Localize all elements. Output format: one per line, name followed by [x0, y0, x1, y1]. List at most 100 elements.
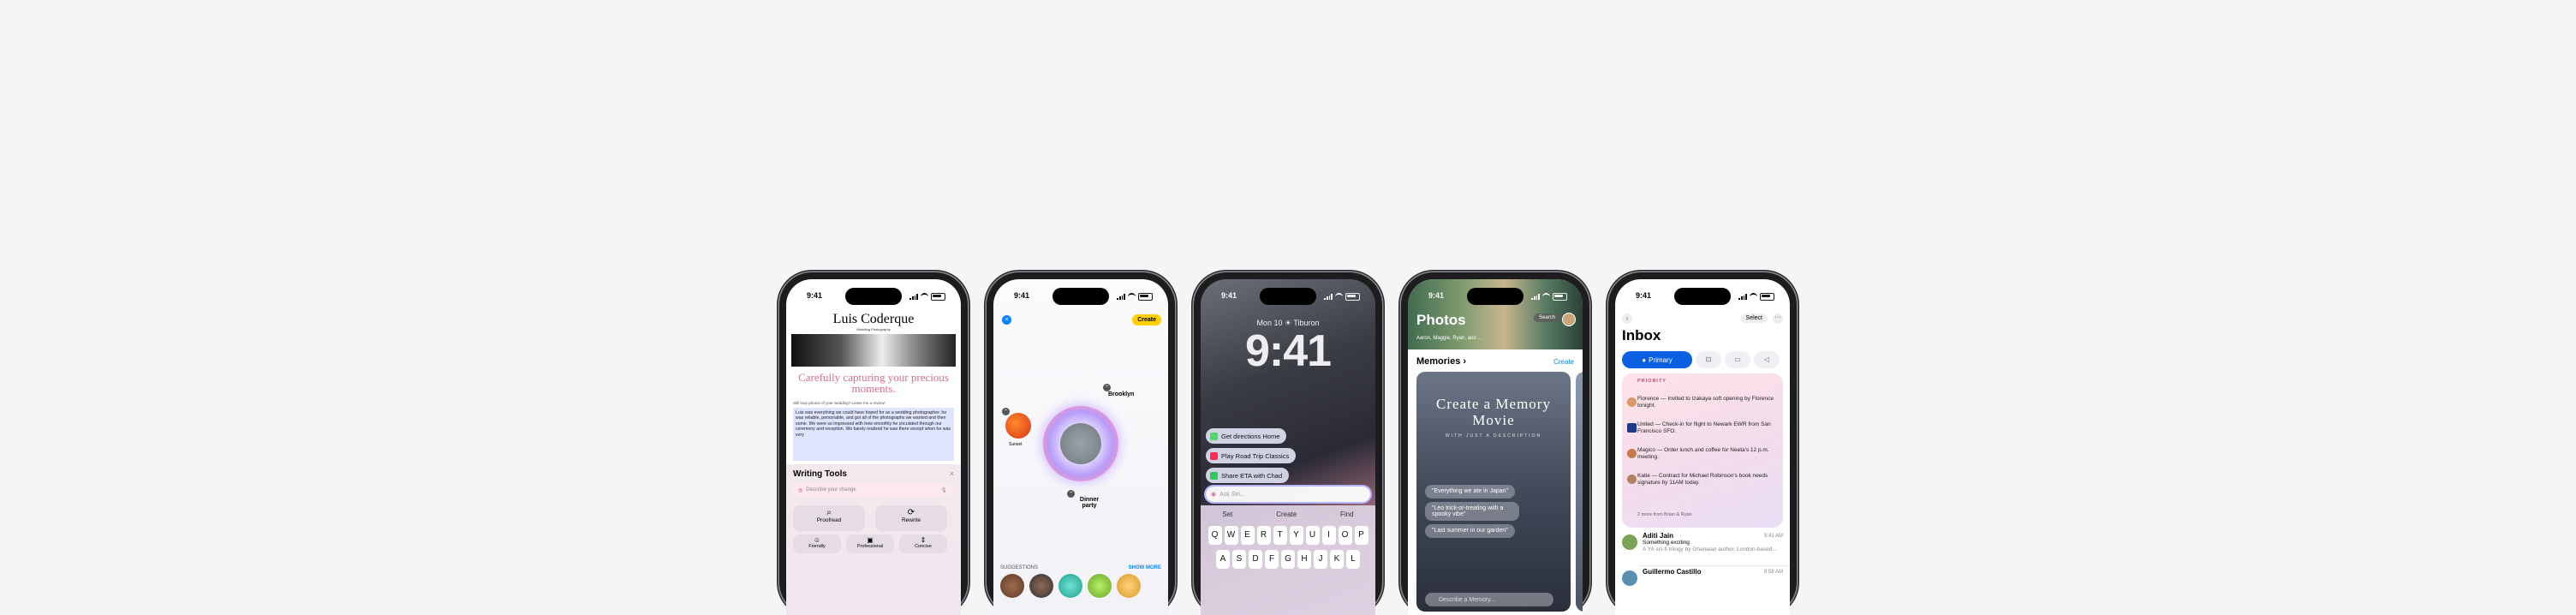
key-d[interactable]: D — [1249, 550, 1262, 569]
dynamic-island — [1674, 288, 1731, 305]
briefcase-icon: ▣ — [867, 536, 874, 544]
key-h[interactable]: H — [1297, 550, 1311, 569]
close-icon[interactable]: × — [950, 469, 954, 478]
key-u[interactable]: U — [1305, 526, 1320, 545]
remove-brooklyn-icon[interactable]: − — [1103, 384, 1111, 391]
concise-icon: ⇕ — [920, 536, 927, 544]
ask-siri-input[interactable]: ◉ Ask Siri... — [1206, 487, 1370, 502]
prediction-1[interactable]: Set — [1222, 511, 1232, 518]
show-more-link[interactable]: SHOW MORE — [1129, 565, 1161, 570]
phone-screen: 9:41 ‹ Select ··· Inbox ● Primary ⊡ ▭ ◁ … — [1615, 279, 1790, 615]
professional-button[interactable]: ▣ Professional — [846, 534, 894, 553]
concept-brooklyn[interactable]: Brooklyn — [1108, 391, 1134, 397]
next-memory-card[interactable] — [1576, 372, 1583, 612]
suggestion-theme-3[interactable] — [1117, 574, 1141, 598]
rewrite-button[interactable]: ⟳ Rewrite — [875, 505, 947, 531]
person-icon: ● — [1642, 355, 1647, 364]
tab-primary-label: Primary — [1649, 355, 1673, 364]
key-j[interactable]: J — [1314, 550, 1327, 569]
more-icon[interactable]: ··· — [1773, 313, 1783, 324]
remove-sunset-icon[interactable]: − — [1002, 408, 1010, 415]
select-button[interactable]: Select — [1740, 313, 1768, 323]
key-s[interactable]: S — [1232, 550, 1246, 569]
tab-promotions[interactable]: ◁ — [1754, 351, 1780, 368]
key-p[interactable]: P — [1354, 526, 1368, 545]
suggestion-directions-label: Get directions Home — [1221, 432, 1280, 440]
describe-memory-input[interactable]: Describe a Memory... — [1425, 593, 1553, 606]
messages-icon — [1210, 471, 1218, 480]
priority-item[interactable]: Katie — Contract for Michael Robinson's … — [1637, 473, 1776, 486]
key-l[interactable]: L — [1346, 550, 1360, 569]
tab-transactions[interactable]: ⊡ — [1696, 351, 1721, 368]
key-t[interactable]: T — [1273, 526, 1287, 545]
memory-movie-card[interactable]: Create a Memory Movie WITH JUST A DESCRI… — [1416, 372, 1571, 612]
microphone-icon[interactable]: 🎙︎ — [940, 487, 947, 493]
tab-updates[interactable]: ▭ — [1725, 351, 1750, 368]
prediction-2[interactable]: Create — [1276, 511, 1297, 518]
suggestion-share-eta[interactable]: Share ETA with Chad — [1206, 468, 1290, 483]
create-button[interactable]: Create — [1132, 314, 1161, 325]
prompt-suggestion-3[interactable]: "Last summer in our garden" — [1425, 524, 1515, 538]
suggestion-person-1[interactable] — [1000, 574, 1024, 598]
memories-create-button[interactable]: Create — [1553, 358, 1574, 366]
proofread-button[interactable]: ⌕ Proofread — [793, 505, 865, 531]
status-time: 9:41 — [1221, 291, 1237, 300]
prompt-suggestion-1[interactable]: "Everything we ate in Japan" — [1425, 485, 1516, 499]
priority-item[interactable]: United — Check-in for flight to Newark E… — [1637, 421, 1776, 434]
priority-label: PRIORITY — [1637, 379, 1667, 384]
more-from-link[interactable]: 2 more from Brian & Ryan — [1637, 512, 1692, 517]
tab-primary[interactable]: ● Primary — [1622, 351, 1692, 368]
remove-dinner-icon[interactable]: − — [1067, 490, 1075, 498]
dynamic-island — [845, 288, 902, 305]
memories-heading[interactable]: Memories › — [1416, 356, 1466, 367]
mail-preview: A YA sci-fi trilogy by Ghanaian author, … — [1643, 546, 1777, 552]
phone-screen: 9:41 Luis Coderque Wedding Photography C… — [786, 279, 961, 615]
key-q[interactable]: Q — [1208, 526, 1222, 545]
close-icon[interactable]: × — [1002, 315, 1011, 325]
prediction-3[interactable]: Find — [1340, 511, 1354, 518]
suggestion-person-2[interactable] — [1029, 574, 1053, 598]
key-r[interactable]: R — [1256, 526, 1271, 545]
wedding-photo — [791, 334, 956, 367]
suggestion-theme-2[interactable] — [1088, 574, 1112, 598]
key-e[interactable]: E — [1240, 526, 1255, 545]
mail-sender: Aditi Jain — [1643, 532, 1674, 540]
wifi-icon — [1128, 293, 1136, 301]
key-g[interactable]: G — [1281, 550, 1295, 569]
generated-image-bubble[interactable] — [1043, 406, 1118, 481]
key-y[interactable]: Y — [1289, 526, 1303, 545]
back-chevron-icon[interactable]: ‹ — [1622, 313, 1632, 324]
suggestion-theme-1[interactable] — [1058, 574, 1082, 598]
key-k[interactable]: K — [1330, 550, 1344, 569]
priority-item[interactable]: Magico — Order lunch and coffee for Neet… — [1637, 447, 1776, 460]
selected-review-text[interactable]: Luis was everything we could have hoped … — [793, 408, 954, 461]
magnifier-icon: ⌕ — [826, 508, 832, 517]
avatar — [1622, 570, 1637, 586]
battery-icon — [931, 293, 945, 301]
phone-mail: 9:41 ‹ Select ··· Inbox ● Primary ⊡ ▭ ◁ … — [1608, 272, 1797, 615]
key-o[interactable]: O — [1338, 526, 1352, 545]
sunset-thumbnail[interactable] — [1005, 413, 1031, 439]
key-i[interactable]: I — [1321, 526, 1336, 545]
mail-item[interactable]: Aditi Jain 9:41 AM Something exciting A … — [1643, 533, 1783, 553]
megaphone-icon: ◁ — [1763, 355, 1770, 363]
memories-label: Memories — [1416, 356, 1461, 367]
key-a[interactable]: A — [1216, 550, 1230, 569]
mail-item[interactable]: Guillermo Castillo 8:58 AM — [1643, 569, 1783, 576]
priority-item[interactable]: Florence — Invited to Izakaya soft openi… — [1637, 396, 1776, 409]
suggestion-directions[interactable]: Get directions Home — [1206, 428, 1287, 444]
avatar[interactable] — [1562, 313, 1576, 326]
concept-dinner-party[interactable]: Dinner party — [1077, 497, 1101, 509]
key-f[interactable]: F — [1265, 550, 1279, 569]
priority-section: PRIORITY Florence — Invited to Izakaya s… — [1622, 373, 1783, 528]
describe-change-input[interactable]: ◍ Describe your change 🎙︎ — [793, 483, 954, 497]
prompt-suggestion-2[interactable]: "Leo trick-or-treating with a spooky vib… — [1425, 502, 1519, 521]
suggestion-music[interactable]: Play Road Trip Classics — [1206, 448, 1297, 463]
predictive-bar: Set Create Find — [1201, 511, 1375, 518]
status-time: 9:41 — [1014, 291, 1030, 300]
phone-image-playground: 9:41 × Create − Brooklyn − Sunset − Dinn… — [987, 272, 1175, 615]
friendly-button[interactable]: ☺ Friendly — [793, 534, 841, 553]
concise-button[interactable]: ⇕ Concise — [899, 534, 947, 553]
key-w[interactable]: W — [1224, 526, 1238, 545]
search-button[interactable]: Search — [1533, 313, 1560, 322]
